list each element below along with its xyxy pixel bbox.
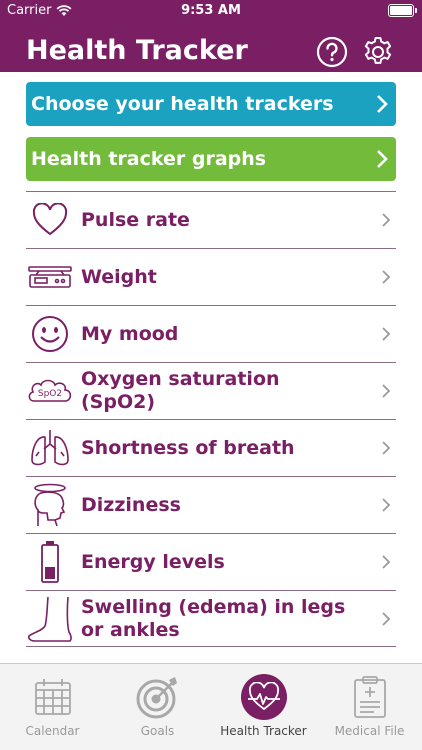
battery-icon [41,541,59,583]
tab-health-tracker[interactable]: Health Tracker [211,664,316,750]
battery-icon [388,4,417,17]
tracker-label: Weight [81,265,157,288]
tracker-label: Energy levels [81,550,225,573]
tracker-label: Dizziness [81,493,181,516]
tracker-list: Pulse rate Weight My mood SpO2 Oxygen sa… [26,191,396,647]
tab-label: Calendar [25,724,80,738]
chevron-right-icon [382,270,391,284]
choose-trackers-button[interactable]: Choose your health trackers [26,82,396,126]
chevron-right-icon [382,384,391,398]
heart-icon [32,203,68,236]
tracker-label: Pulse rate [81,208,190,231]
tracker-row-oxygen-saturation[interactable]: SpO2 Oxygen saturation (SpO2) [26,362,396,419]
help-icon[interactable] [316,36,348,68]
tracker-row-weight[interactable]: Weight [26,248,396,305]
clipboard-icon [353,676,386,718]
chevron-right-icon [382,612,391,626]
tracker-row-mood[interactable]: My mood [26,305,396,362]
tab-goals[interactable]: Goals [105,664,210,750]
tracker-label: My mood [81,322,179,345]
tracker-label: Oxygen saturation (SpO2) [81,368,280,413]
tracker-label: Shortness of breath [81,436,295,459]
tracker-row-pulse-rate[interactable]: Pulse rate [26,191,396,248]
page-title: Health Tracker [26,35,248,66]
choose-trackers-label: Choose your health trackers [31,93,334,115]
gear-icon[interactable] [361,35,395,69]
tab-label: Goals [140,724,175,738]
tracker-label: Swelling (edema) in legs or ankles [81,595,346,641]
active-tab-indicator [240,674,287,720]
tracker-graphs-label: Health tracker graphs [31,148,267,170]
lungs-icon [31,430,69,466]
tracker-row-swelling[interactable]: Swelling (edema) in legs or ankles [26,590,396,647]
app-header: Carrier 9:53 AM Health Tracker [0,0,422,72]
status-time: 9:53 AM [181,3,241,18]
bottom-tab-bar: Calendar Goals Health Tracker Medical Fi… [0,663,422,750]
dizzy-head-icon [34,483,66,527]
tracker-row-energy-levels[interactable]: Energy levels [26,533,396,590]
smiley-icon [32,316,68,352]
leg-icon [28,596,72,642]
chevron-right-icon [382,498,391,512]
chevron-right-icon [382,441,391,455]
tab-label: Health Tracker [220,724,307,738]
spo2-icon-text: SpO2 [38,389,62,399]
tracker-graphs-button[interactable]: Health tracker graphs [26,137,396,181]
chevron-right-icon [382,327,391,341]
calendar-icon [34,679,71,715]
chevron-right-icon [382,213,391,227]
status-bar: Carrier 9:53 AM [0,0,422,22]
chevron-right-icon [377,150,388,168]
chevron-right-icon [377,95,388,113]
spo2-icon: SpO2 [28,379,72,402]
tracker-row-dizziness[interactable]: Dizziness [26,476,396,533]
heart-pulse-icon [247,682,280,711]
tracker-row-shortness-of-breath[interactable]: Shortness of breath [26,419,396,476]
tab-medical-file[interactable]: Medical File [317,664,422,750]
scale-icon [28,266,72,288]
chevron-right-icon [382,555,391,569]
tab-calendar[interactable]: Calendar [0,664,105,750]
target-icon [136,677,177,719]
tab-label: Medical File [334,724,405,738]
